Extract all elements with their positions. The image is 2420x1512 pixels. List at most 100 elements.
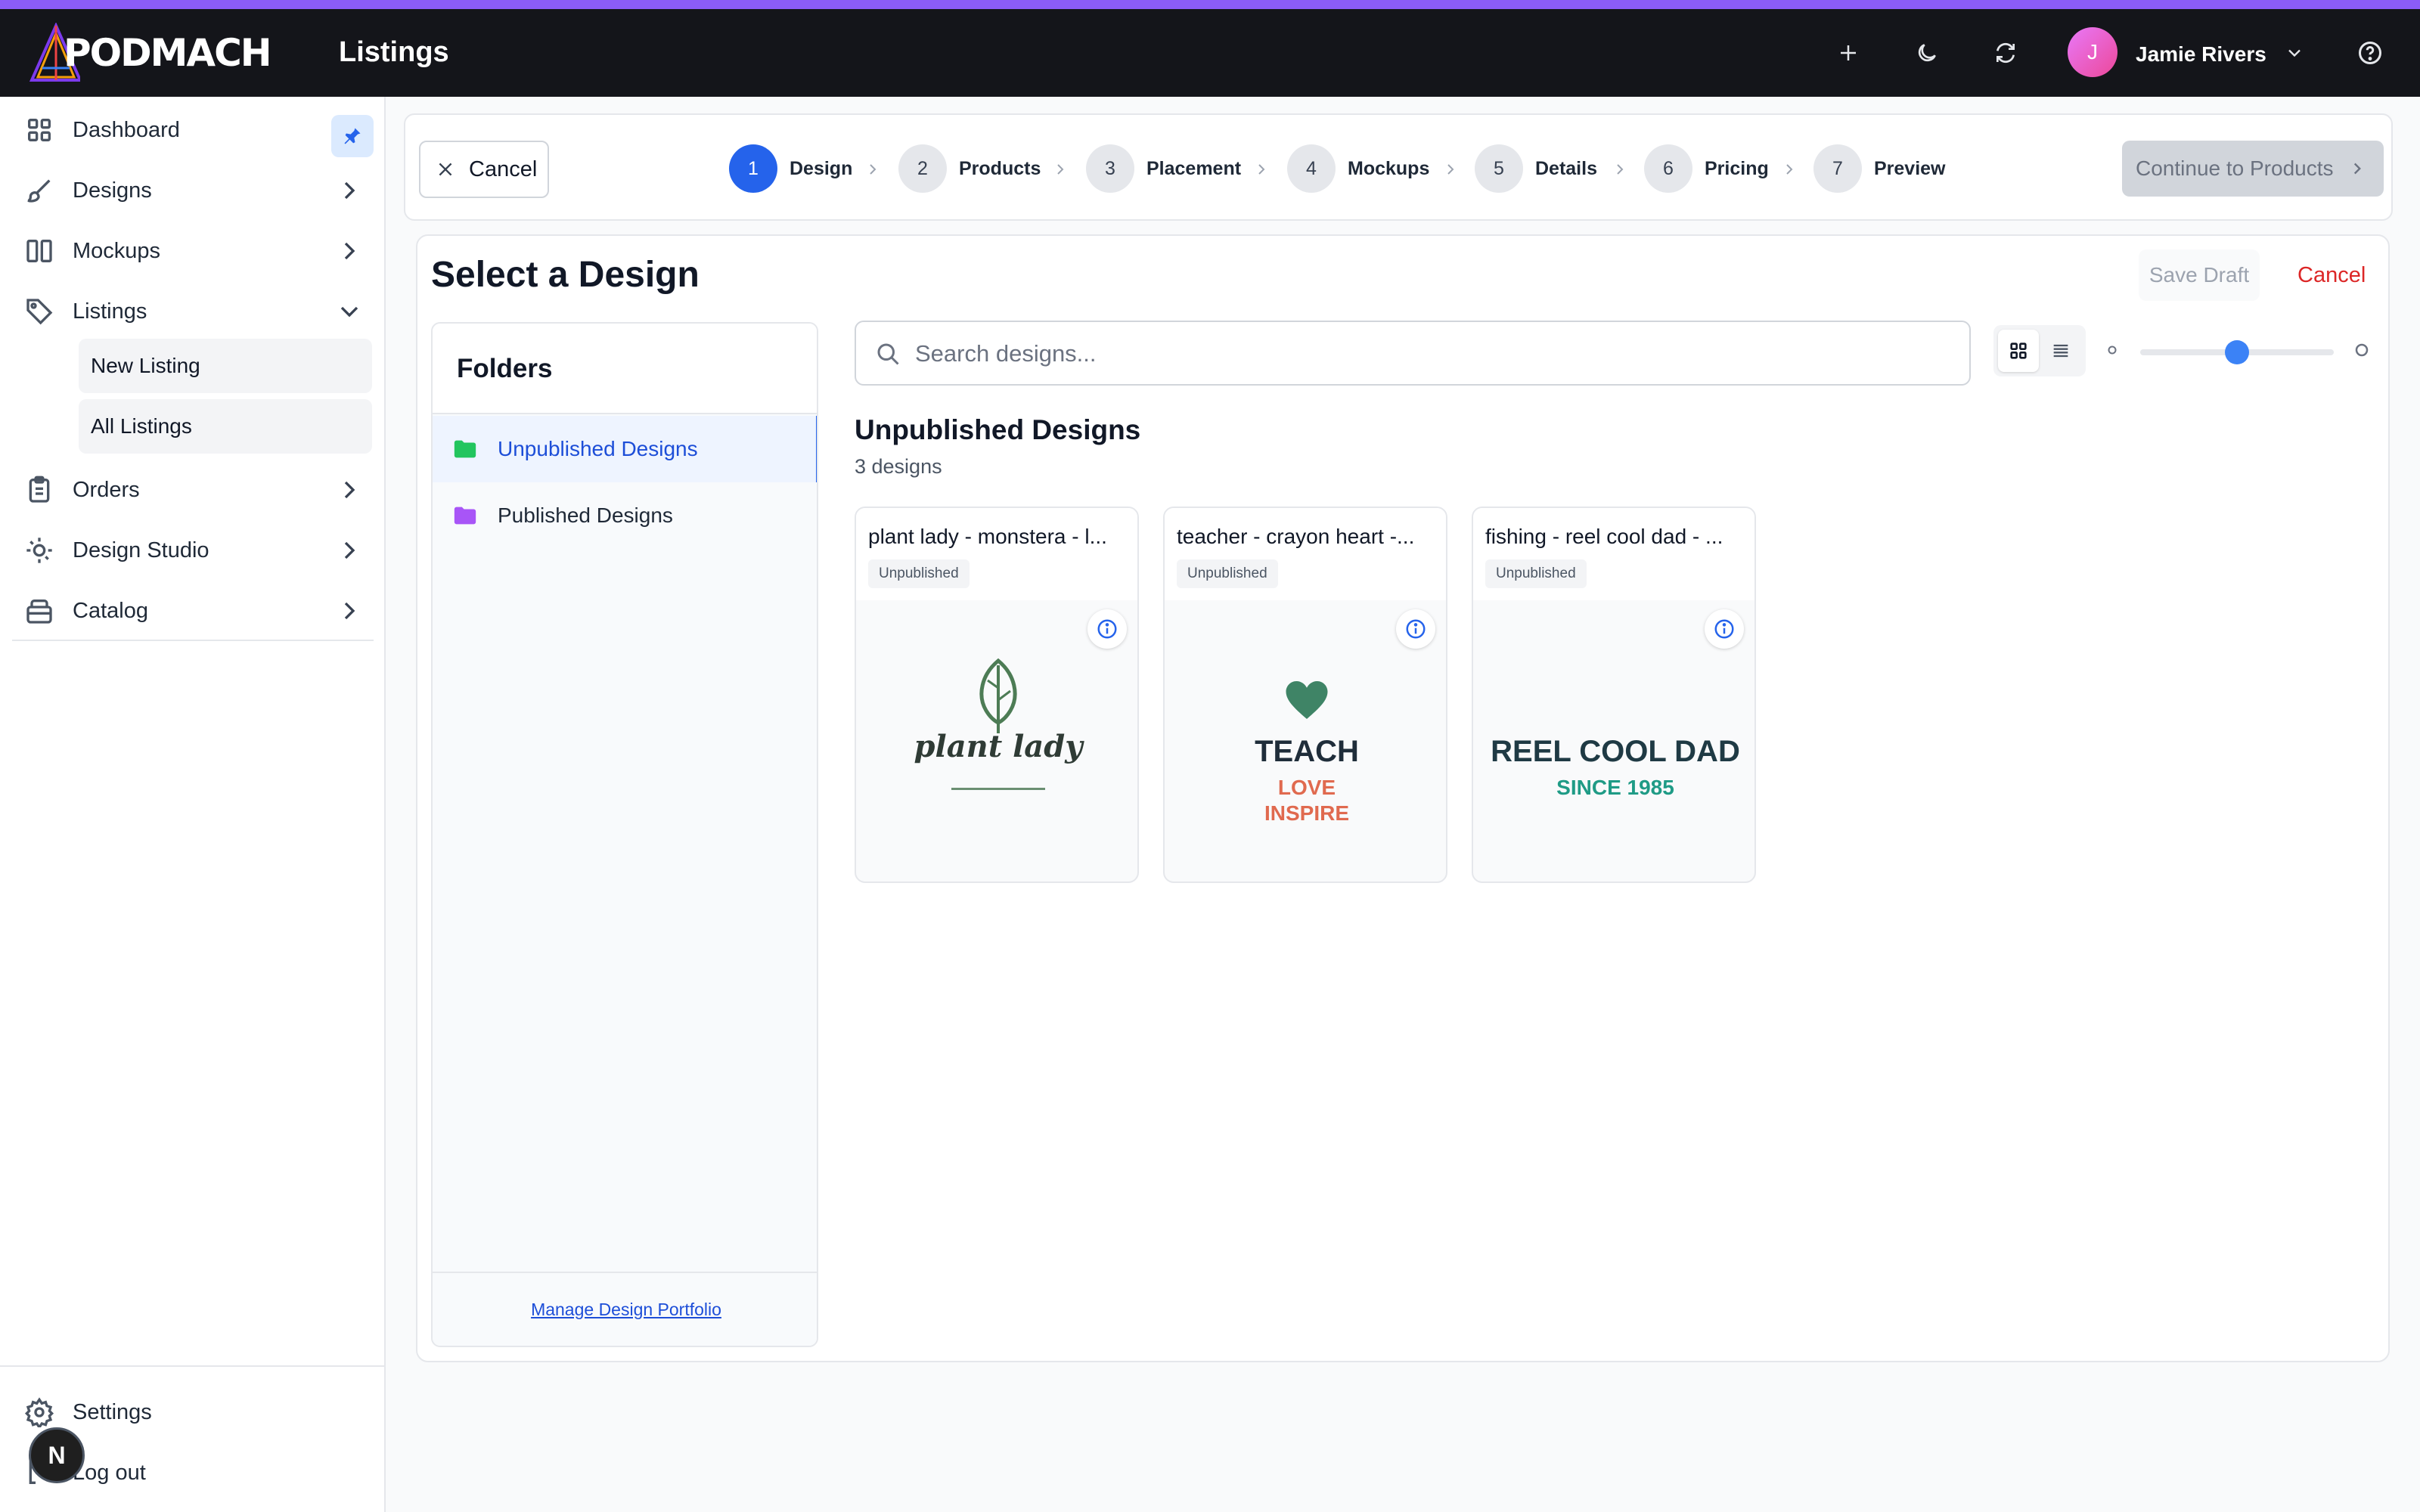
pin-sidebar-button[interactable]	[331, 115, 374, 157]
folder-icon	[454, 440, 476, 458]
search-field[interactable]	[855, 321, 1971, 386]
current-folder-title: Unpublished Designs	[855, 414, 1141, 445]
step-number: 4	[1287, 144, 1336, 193]
chevron-right-icon	[1258, 164, 1265, 175]
chevron-right-icon	[1447, 164, 1454, 175]
info-button[interactable]	[1087, 609, 1127, 649]
sidebar-item-catalog[interactable]: Catalog	[0, 584, 386, 638]
continue-button[interactable]: Continue to Products	[2122, 141, 2384, 197]
sidebar-bottom-divider	[0, 1365, 386, 1367]
small-size-icon	[2108, 345, 2117, 355]
step-label: Design	[790, 157, 853, 179]
cancel-wizard-button[interactable]: Cancel	[419, 141, 549, 198]
design-card-header: teacher - crayon heart -... Unpublished	[1165, 508, 1446, 600]
chevron-right-icon	[344, 602, 355, 620]
sidebar-item-design-studio[interactable]: Design Studio	[0, 523, 386, 578]
sidebar: Dashboard Designs Mockups Listings New L…	[0, 97, 386, 1512]
search-icon	[877, 343, 899, 365]
step-number: 6	[1644, 144, 1692, 193]
chevron-right-icon	[1057, 164, 1064, 175]
plus-icon[interactable]	[1833, 38, 1863, 68]
step-placement[interactable]: 3 Placement	[1086, 144, 1241, 194]
slider-handle[interactable]	[2225, 340, 2249, 364]
art-title: REEL COOL DAD	[1491, 735, 1740, 768]
design-card[interactable]: plant lady - monstera - l... Unpublished…	[855, 507, 1139, 883]
chevron-right-icon	[344, 541, 355, 559]
step-design[interactable]: 1 Design	[729, 144, 852, 194]
step-number: 2	[898, 144, 947, 193]
step-label: Details	[1535, 157, 1597, 179]
art-underline	[951, 788, 1045, 790]
list-icon	[2053, 344, 2068, 358]
step-label: Pricing	[1705, 157, 1769, 179]
sidebar-item-mockups[interactable]: Mockups	[0, 224, 386, 278]
art-line: LOVE	[1277, 776, 1336, 799]
sidebar-item-label: Design Studio	[73, 538, 209, 562]
folder-published[interactable]: Published Designs	[433, 482, 817, 549]
info-button[interactable]	[1705, 609, 1744, 649]
folders-footer: Manage Design Portfolio	[433, 1272, 817, 1346]
sidebar-item-orders[interactable]: Orders	[0, 463, 386, 517]
info-icon	[1714, 619, 1734, 639]
step-label: Placement	[1146, 157, 1242, 179]
cancel-link[interactable]: Cancel	[2297, 263, 2366, 288]
search-input[interactable]	[915, 336, 1951, 372]
sidebar-item-label: Designs	[73, 178, 152, 203]
top-accent-strip	[0, 0, 2420, 9]
clipboard-icon	[29, 476, 50, 503]
step-details[interactable]: 5 Details	[1475, 144, 1597, 194]
manage-portfolio-link[interactable]: Manage Design Portfolio	[531, 1300, 721, 1320]
sidebar-item-label: Mockups	[73, 238, 161, 263]
user-name[interactable]: Jamie Rivers	[2136, 42, 2266, 67]
chevron-down-icon[interactable]	[2279, 38, 2310, 68]
refresh-icon[interactable]	[1990, 38, 2021, 68]
dev-tools-badge[interactable]: N	[29, 1427, 85, 1483]
sidebar-subitem-all-listings[interactable]: All Listings	[79, 399, 372, 454]
step-mockups[interactable]: 4 Mockups	[1287, 144, 1429, 194]
sidebar-item-listings[interactable]: Listings	[0, 284, 386, 339]
save-draft-button[interactable]: Save Draft	[2139, 249, 2260, 301]
chevron-right-icon	[344, 242, 355, 260]
avatar[interactable]: J	[2068, 27, 2118, 77]
help-icon[interactable]	[2355, 38, 2385, 68]
folder-label: Unpublished Designs	[498, 437, 698, 460]
status-badge: Unpublished	[1485, 559, 1587, 588]
folders-heading: Folders	[433, 324, 817, 414]
columns-icon	[26, 240, 52, 262]
step-label: Mockups	[1348, 157, 1430, 179]
chevron-right-icon	[870, 164, 876, 175]
info-icon	[1406, 619, 1426, 639]
design-card[interactable]: teacher - crayon heart -... Unpublished …	[1163, 507, 1447, 883]
sidebar-item-dashboard[interactable]: Dashboard	[0, 103, 386, 157]
moon-icon[interactable]	[1912, 38, 1942, 68]
dashboard-icon	[28, 119, 51, 141]
folder-icon	[454, 507, 476, 525]
grid-view-button[interactable]	[1998, 330, 2039, 372]
step-preview[interactable]: 7 Preview	[1813, 144, 1946, 194]
step-number: 5	[1475, 144, 1523, 193]
list-view-button[interactable]	[2040, 330, 2081, 372]
leaf-icon	[979, 658, 1017, 733]
art-line: SINCE 1985	[1556, 776, 1674, 799]
close-icon	[439, 163, 452, 176]
design-card[interactable]: fishing - reel cool dad - ... Unpublishe…	[1472, 507, 1756, 883]
folder-unpublished[interactable]: Unpublished Designs	[433, 416, 817, 482]
folders-panel: Folders Unpublished Designs Published De…	[431, 322, 818, 1347]
step-products[interactable]: 2 Products	[898, 144, 1041, 194]
app-logo[interactable]: PODMACH	[27, 17, 272, 89]
step-pricing[interactable]: 6 Pricing	[1644, 144, 1769, 194]
sidebar-subitem-new-listing[interactable]: New Listing	[79, 339, 372, 393]
panel-title: Select a Design	[431, 255, 700, 295]
top-bar: PODMACH Listings J Jamie Rivers	[0, 9, 2420, 97]
page-title: Listings	[339, 36, 449, 68]
chevron-right-icon	[1786, 164, 1793, 175]
wizard-stepper: Cancel 1 Design 2 Products 3 Placement 4…	[404, 113, 2393, 221]
step-number: 7	[1813, 144, 1862, 193]
design-name: teacher - crayon heart -...	[1177, 525, 1415, 548]
design-name: plant lady - monstera - l...	[868, 525, 1107, 548]
info-button[interactable]	[1396, 609, 1435, 649]
sidebar-item-designs[interactable]: Designs	[0, 163, 386, 218]
gear-icon	[24, 1397, 54, 1427]
info-icon	[1097, 619, 1117, 639]
continue-label: Continue to Products	[2136, 156, 2334, 180]
